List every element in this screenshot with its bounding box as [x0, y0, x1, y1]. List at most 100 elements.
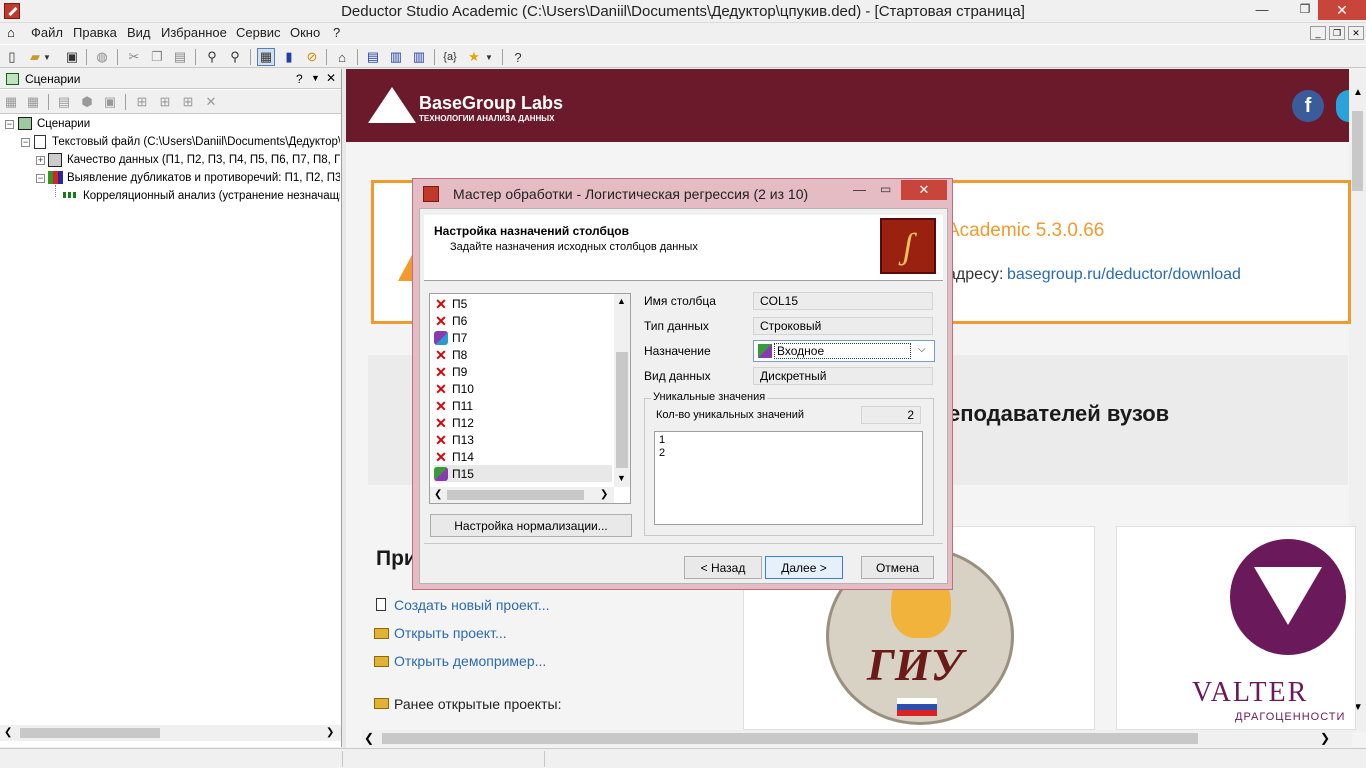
twitter-icon[interactable] [1336, 90, 1349, 122]
export-icon[interactable]: ▣ [101, 93, 119, 111]
dropdown-arrow-icon[interactable]: ▼ [42, 48, 52, 66]
column-list-item[interactable]: ✕ П12 [434, 414, 612, 431]
column-list-item[interactable]: ✕ П11 [434, 397, 612, 414]
dropdown-arrow-icon[interactable]: ▼ [484, 48, 494, 66]
chevron-down-icon[interactable]: ⌵ [918, 344, 926, 355]
start-page-horizontal-scrollbar[interactable]: ❮ ❯ [362, 730, 1352, 747]
column-list-item[interactable]: ✕ П5 [434, 295, 612, 312]
menu-view[interactable]: Вид [127, 25, 151, 40]
scroll-right-arrow[interactable]: ❯ [600, 489, 608, 500]
wizard-icon[interactable]: ▦ [2, 93, 20, 111]
tree-horizontal-scrollbar[interactable]: ❮ ❯ [0, 725, 341, 741]
scroll-thumb[interactable] [20, 728, 160, 738]
column-list-item[interactable]: П7 [434, 329, 612, 346]
help-icon[interactable]: ? [509, 48, 527, 66]
list-horizontal-scrollbar[interactable]: ❮ ❯ [430, 487, 614, 503]
find-icon[interactable]: ⚲ [203, 48, 221, 66]
run-icon[interactable]: ▤ [55, 93, 73, 111]
notebook-icon[interactable]: ▮ [280, 48, 298, 66]
columns-list[interactable]: ✕ П5 ✕ П6 П7 ✕ П8 ✕ П9 ✕ П10 ✕ П11 ✕ П12 ✕ П13 ✕ П14 П15 ▲ … [429, 293, 631, 504]
panel-help-button[interactable]: ? [296, 72, 303, 86]
tree-nodes-icon[interactable]: ⊞ [179, 93, 197, 111]
scroll-right-arrow[interactable]: ❯ [326, 727, 334, 738]
tree-expand-toggle[interactable]: + [36, 156, 45, 165]
column-list-item[interactable]: П15 [434, 465, 612, 482]
tile-horizontal-icon[interactable]: ▥ [387, 48, 405, 66]
dialog-minimize-button[interactable]: — [853, 182, 866, 197]
scroll-left-arrow[interactable]: ❮ [364, 731, 374, 745]
mdi-close-button[interactable]: ✕ [1348, 26, 1364, 40]
column-list-item[interactable]: ✕ П9 [434, 363, 612, 380]
replace-icon[interactable]: ⚲ [226, 48, 244, 66]
tree-node-duplicates[interactable]: Выявление дубликатов и противоречий: П1,… [67, 172, 340, 184]
scenarios-panel-icon[interactable]: ▦ [257, 48, 275, 66]
cube-icon[interactable]: ⬢ [78, 93, 96, 111]
open-project-link[interactable]: Открыть проект... [394, 625, 507, 641]
close-button[interactable]: ✕ [1318, 0, 1366, 20]
list-vertical-scrollbar[interactable]: ▲ ▼ [614, 294, 630, 487]
download-link[interactable]: basegroup.ru/deductor/download [1007, 266, 1241, 284]
scroll-left-arrow[interactable]: ❮ [434, 489, 442, 500]
panel-close-button[interactable]: ✕ [326, 71, 336, 85]
menu-favorites[interactable]: Избранное [161, 25, 227, 40]
dialog-maximize-button[interactable]: ▭ [880, 182, 891, 196]
cut-icon[interactable]: ✂ [125, 48, 143, 66]
favorites-star-icon[interactable]: ★ [465, 48, 483, 66]
menu-service[interactable]: Сервис [236, 25, 281, 40]
tree-branch-icon[interactable]: ⊞ [156, 93, 174, 111]
scroll-thumb[interactable] [616, 352, 628, 468]
column-list-item[interactable]: ✕ П8 [434, 346, 612, 363]
maximize-button[interactable]: ❐ [1292, 2, 1318, 20]
panel-splitter[interactable] [342, 69, 346, 748]
copy-icon[interactable]: ❐ [148, 48, 166, 66]
menu-help[interactable]: ? [333, 25, 340, 40]
menu-edit[interactable]: Правка [73, 25, 117, 40]
tree-collapse-toggle[interactable]: − [5, 120, 14, 129]
unique-value-item[interactable]: 2 [659, 447, 918, 460]
scroll-up-arrow[interactable]: ▲ [617, 296, 626, 306]
panel-menu-button[interactable]: ▼ [311, 73, 320, 83]
import-icon[interactable]: ▦ [24, 93, 42, 111]
tree-node-data-quality[interactable]: Качество данных (П1, П2, П3, П4, П5, П6,… [67, 154, 340, 166]
column-list-item[interactable]: ✕ П10 [434, 380, 612, 397]
tree-node-correlation[interactable]: Корреляционный анализ (устранение незнач… [83, 190, 340, 202]
next-button[interactable]: Далее > [765, 556, 843, 579]
home-icon[interactable]: ⌂ [7, 25, 15, 40]
scroll-thumb[interactable] [447, 490, 584, 500]
column-list-item[interactable]: ✕ П13 [434, 431, 612, 448]
delete-icon[interactable]: ✕ [202, 93, 220, 111]
scroll-down-arrow[interactable]: ▼ [617, 473, 626, 483]
purpose-select[interactable]: Входное ⌵ [753, 340, 935, 362]
variables-icon[interactable]: {a} [441, 48, 459, 66]
tree-collapse-toggle[interactable]: − [21, 138, 30, 147]
open-demo-link[interactable]: Открыть демопример... [394, 653, 546, 669]
stop-icon[interactable]: ⊘ [303, 48, 321, 66]
refresh-icon[interactable]: ◍ [93, 48, 111, 66]
column-list-item[interactable]: ✕ П6 [434, 312, 612, 329]
unique-value-item[interactable]: 1 [659, 434, 918, 447]
menu-window[interactable]: Окно [290, 25, 320, 40]
back-button[interactable]: < Назад [684, 556, 762, 579]
normalization-settings-button[interactable]: Настройка нормализации... [430, 514, 632, 537]
dialog-close-button[interactable]: ✕ [901, 180, 947, 200]
facebook-icon[interactable]: f [1292, 90, 1324, 122]
cancel-button[interactable]: Отмена [861, 556, 934, 579]
save-icon[interactable]: ▣ [63, 48, 81, 66]
valter-logo-icon[interactable] [1230, 539, 1346, 655]
menu-file[interactable]: Файл [31, 25, 63, 40]
paste-icon[interactable]: ▤ [171, 48, 189, 66]
scroll-thumb[interactable] [1352, 111, 1363, 191]
scroll-thumb[interactable] [382, 733, 1198, 744]
mdi-minimize-button[interactable]: _ [1310, 26, 1326, 40]
start-page-icon[interactable]: ⌂ [333, 48, 351, 66]
tree-node-text-file[interactable]: Текстовый файл (C:\Users\Daniil\Document… [52, 136, 340, 148]
column-list-item[interactable]: ✕ П14 [434, 448, 612, 465]
minimize-button[interactable]: — [1249, 2, 1275, 20]
scroll-left-arrow[interactable]: ❮ [4, 727, 12, 738]
tile-vertical-icon[interactable]: ▥ [410, 48, 428, 66]
tree-node-scenarios[interactable]: Сценарии [37, 118, 90, 130]
cascade-windows-icon[interactable]: ▤ [364, 48, 382, 66]
new-file-icon[interactable]: ▯ [3, 48, 21, 66]
scroll-up-arrow[interactable]: ▲ [1353, 87, 1363, 98]
mdi-restore-button[interactable]: ❐ [1329, 26, 1345, 40]
